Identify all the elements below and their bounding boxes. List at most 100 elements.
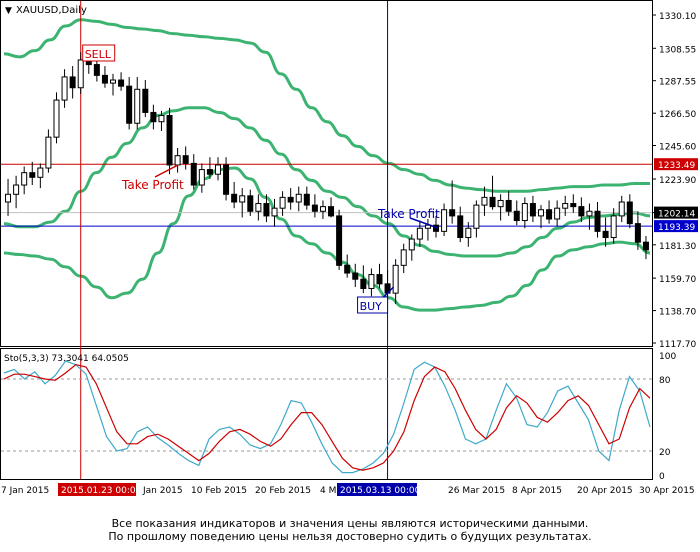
candle-body: [295, 193, 302, 203]
y-tick-label: 1117.70: [659, 340, 696, 350]
candle-body: [457, 215, 464, 239]
disclaimer-line-1: Все показания индикаторов и значения цен…: [111, 517, 589, 530]
candle-body: [328, 206, 335, 217]
candle-body: [529, 203, 536, 217]
candle-body: [279, 196, 286, 209]
price-marker-label: 1202.14: [658, 210, 695, 220]
candle-body: [570, 203, 577, 208]
candle-body: [400, 249, 407, 266]
candle-body: [198, 169, 205, 186]
y-tick-label: 1308.55: [659, 45, 696, 55]
candle-body: [190, 162, 197, 186]
candle-body: [441, 209, 448, 232]
candle-body: [521, 203, 528, 222]
take-profit-label-2: Take Profit: [377, 207, 440, 221]
candle-body: [182, 155, 189, 164]
y-tick-label: 1287.55: [659, 78, 696, 88]
candle-body: [174, 155, 181, 166]
candle-body: [336, 215, 343, 266]
stoch-tick-label: 100: [659, 352, 676, 362]
candle-body: [263, 203, 270, 217]
candle-body: [142, 88, 149, 113]
x-tick-label: 30 Apr 2015: [639, 486, 695, 496]
candle-body: [118, 79, 125, 87]
candle-body: [150, 111, 157, 123]
candle-body: [126, 85, 133, 124]
candle-body: [602, 230, 609, 239]
candle-body: [449, 209, 456, 217]
candle-body: [69, 76, 76, 89]
candle-body: [376, 274, 383, 285]
stoch-tick-label: 80: [659, 376, 671, 386]
candle-body: [5, 193, 12, 203]
candle-body: [214, 164, 221, 175]
x-tick-label: 20 Apr 2015: [577, 486, 633, 496]
candle-body: [562, 203, 569, 209]
candle-body: [554, 207, 561, 220]
candle-body: [231, 193, 238, 203]
candle-body: [13, 184, 20, 195]
candle-body: [368, 274, 375, 289]
candle-body: [166, 115, 173, 166]
candle-body: [158, 115, 165, 123]
candle-body: [255, 203, 262, 212]
candle-body: [546, 209, 553, 220]
x-tick-label: 10 Feb 2015: [191, 486, 247, 496]
x-tick-label: 8 Apr 2015: [512, 486, 562, 496]
candle-body: [618, 201, 625, 217]
candle-body: [408, 238, 415, 251]
y-tick-label: 1266.50: [659, 110, 696, 120]
candle-body: [45, 136, 52, 169]
candle-body: [53, 99, 60, 138]
candle-body: [61, 76, 68, 101]
x-tick-label: 26 Mar 2015: [448, 486, 505, 496]
chart-title: XAUUSD,Daily: [16, 5, 87, 16]
candle-body: [134, 88, 141, 124]
sell-label: SELL: [85, 48, 112, 61]
x-tick-label: 4 M: [320, 486, 336, 496]
candle-body: [505, 199, 512, 212]
stoch-panel-frame: [0, 348, 653, 480]
price-axis: 1330.10 1308.55 1287.55 1266.50 1245.60 1223.…: [652, 12, 698, 350]
price-marker-label: 1193.39: [658, 223, 695, 233]
candle-body: [287, 196, 294, 203]
x-tick-label: 7 Jan 2015: [1, 486, 49, 496]
candle-body: [634, 223, 641, 243]
candle-body: [206, 169, 213, 175]
candle-body: [21, 172, 28, 186]
candle-body: [101, 74, 108, 84]
y-tick-label: 1181.30: [659, 242, 696, 252]
stoch-tick-label: 20: [659, 448, 671, 458]
candle-body: [110, 79, 117, 84]
candle-body: [344, 264, 351, 274]
candle-body: [303, 193, 310, 206]
candle-body: [497, 199, 504, 208]
candle-body: [37, 167, 44, 178]
candle-body: [352, 272, 359, 280]
x-tick-label: 20 Feb 2015: [255, 486, 311, 496]
stoch-tick-label: 0: [659, 472, 665, 482]
buy-label: BUY: [360, 300, 383, 313]
x-highlight-sell-label: 2015.01.23 00:00: [61, 486, 142, 496]
candle-body: [626, 201, 633, 225]
candle-body: [537, 209, 544, 217]
chart-title-arrow-icon[interactable]: ▼: [5, 6, 12, 16]
candle-body: [223, 164, 230, 195]
candle-body: [311, 204, 318, 212]
price-marker-label: 1233.49: [658, 161, 695, 171]
y-tick-label: 1159.70: [659, 275, 696, 285]
candle-body: [319, 206, 326, 212]
disclaimer-line-2: По прошлому поведению цены нельзя достов…: [108, 530, 592, 543]
candle-body: [29, 172, 36, 178]
y-tick-label: 1223.90: [659, 176, 696, 186]
x-tick-label: Jan 2015: [142, 486, 183, 496]
candle-body: [239, 195, 246, 203]
candle-body: [93, 64, 100, 76]
candle-body: [610, 215, 617, 239]
chart-root: SELL BUY Take Profit Take Profit 1330.10 130…: [0, 0, 698, 496]
candle-body: [360, 278, 367, 289]
candle-body: [465, 227, 472, 239]
candle-body: [489, 196, 496, 208]
candle-body: [247, 195, 254, 212]
candle-body: [77, 59, 84, 89]
